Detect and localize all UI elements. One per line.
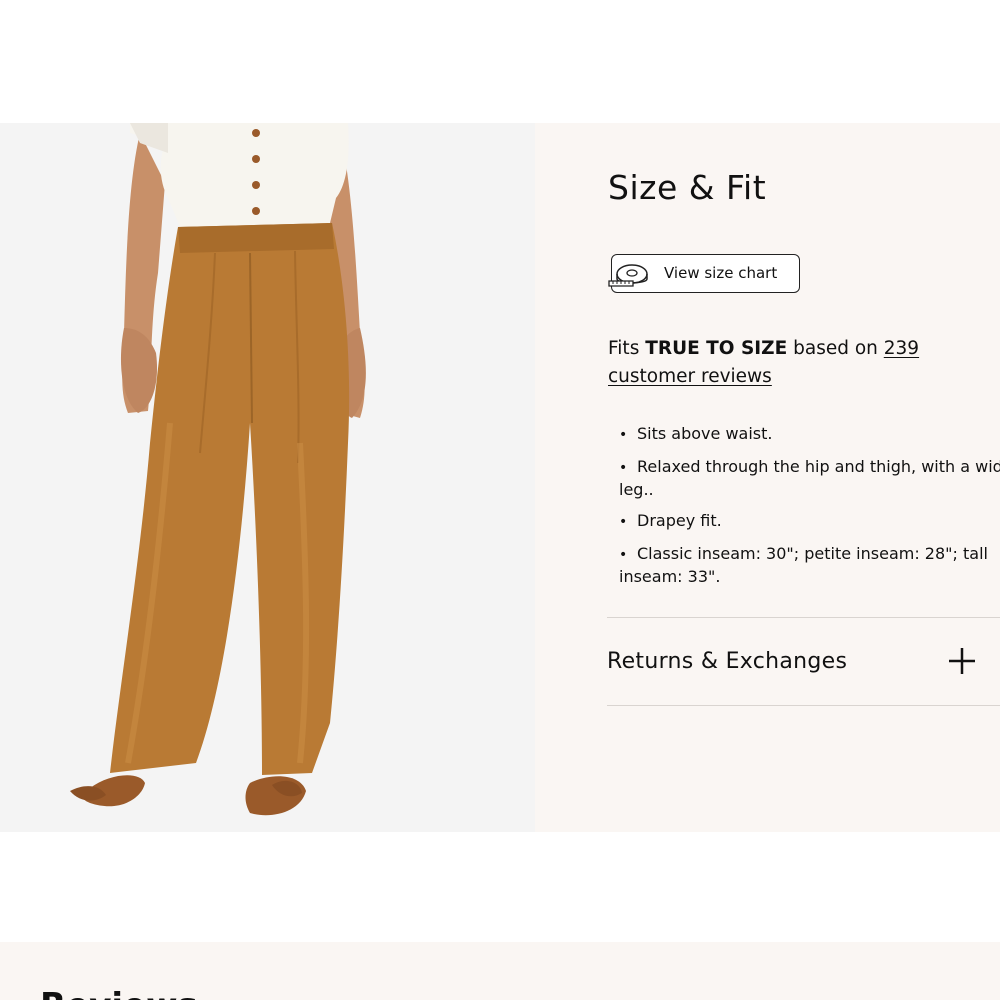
view-size-chart-label: View size chart: [664, 264, 778, 282]
divider: [607, 705, 1000, 706]
product-image[interactable]: [0, 123, 535, 832]
product-photo: [0, 123, 535, 832]
fit-detail-item: • Relaxed through the hip and thigh, with…: [619, 456, 1000, 500]
fit-detail-text: Drapey fit.: [637, 511, 722, 530]
reviews-section: Reviews: [0, 942, 1000, 1000]
reviews-heading: Reviews: [40, 986, 198, 1000]
bullet-icon: •: [619, 547, 628, 563]
fit-detail-item: • Sits above waist.: [619, 423, 1000, 446]
plus-icon: [949, 648, 975, 674]
fit-detail-text: Relaxed through the hip and thigh, with …: [619, 457, 1000, 499]
fit-detail-item: • Classic inseam: 30"; petite inseam: 28"…: [619, 543, 1000, 587]
fit-detail-text: Sits above waist.: [637, 424, 773, 443]
customer-reviews-link[interactable]: customer reviews: [608, 366, 772, 387]
bullet-icon: •: [619, 427, 628, 443]
size-fit-panel: Size & Fit View size chart Fits TRUE TO …: [535, 123, 1000, 832]
fit-rating: TRUE TO SIZE: [645, 338, 788, 359]
fit-detail-text: Classic inseam: 30"; petite inseam: 28";…: [619, 544, 988, 586]
returns-exchanges-accordion[interactable]: Returns & Exchanges: [607, 618, 1000, 704]
fit-summary-middle: based on: [787, 338, 884, 359]
returns-exchanges-label: Returns & Exchanges: [607, 648, 848, 674]
fit-details-list: • Sits above waist. • Relaxed through the …: [619, 423, 1000, 597]
fit-summary: Fits TRUE TO SIZE based on 239 customer r…: [608, 335, 988, 391]
reviews-count-link[interactable]: 239: [884, 338, 919, 359]
fit-summary-prefix: Fits: [608, 338, 646, 359]
measuring-tape-icon: [608, 264, 648, 287]
view-size-chart-button[interactable]: View size chart: [608, 254, 800, 293]
bullet-icon: •: [619, 460, 628, 476]
section-title: Size & Fit: [608, 168, 767, 207]
bullet-icon: •: [619, 514, 628, 530]
fit-detail-item: • Drapey fit.: [619, 510, 1000, 533]
